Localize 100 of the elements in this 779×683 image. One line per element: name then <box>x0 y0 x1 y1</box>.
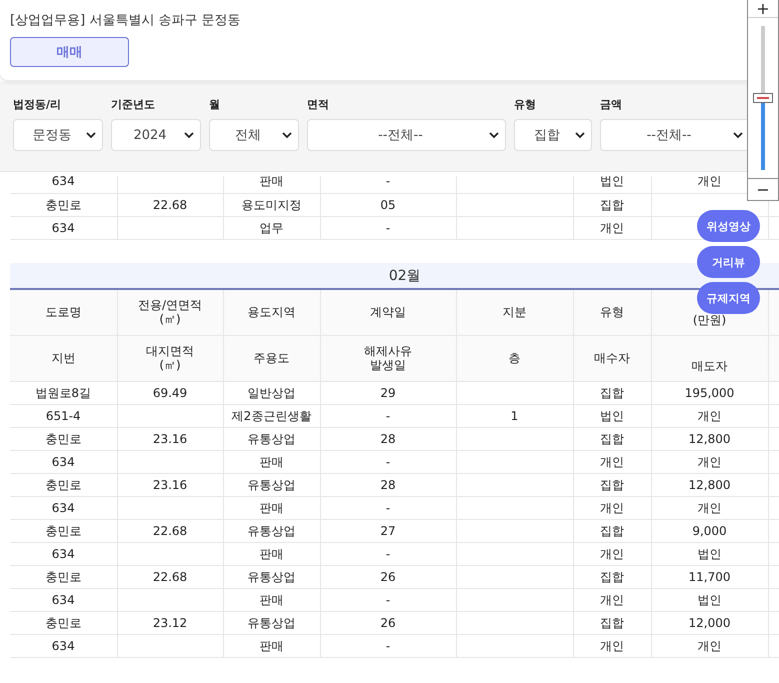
table-cell: 집합 <box>573 519 651 542</box>
table-cell: 충민로 <box>10 427 117 450</box>
table-cell: 05 <box>320 193 456 216</box>
table-cell: 27 <box>320 519 456 542</box>
chevron-down-icon <box>575 132 585 139</box>
table-cell: 개인 <box>651 634 768 657</box>
column-header: 계약일 <box>370 305 406 320</box>
column-header: (만원) <box>692 312 726 326</box>
table-cell: 634 <box>10 176 117 193</box>
dropdown[interactable]: --전체-- <box>600 119 750 151</box>
table-cell: 69.49 <box>117 381 223 404</box>
map-layer-button[interactable]: 위성영상 <box>697 210 760 242</box>
table-cell: 충민로 <box>10 611 117 634</box>
table-cell: 634 <box>10 216 117 239</box>
column-header: 지번 <box>51 351 76 365</box>
table-cell: - <box>320 404 456 427</box>
table-cell: 충민로 <box>10 565 117 588</box>
dropdown[interactable]: 문정동 <box>13 119 103 151</box>
table-cell: 개인 <box>573 496 651 519</box>
table-cell: 유통상업 <box>223 473 320 496</box>
table-cell: 판매 <box>223 588 320 611</box>
column-header: 층 <box>508 351 520 365</box>
month-heading: 02월 <box>388 268 421 284</box>
table-cell: 개인 <box>573 588 651 611</box>
table-cell: 충민로 <box>10 193 117 216</box>
table-cell: 집합 <box>573 611 651 634</box>
table-cell: 23.12 <box>117 611 223 634</box>
table-cell: 법인 <box>651 542 768 565</box>
table-cell: 법인 <box>651 588 768 611</box>
table-cell: - <box>320 542 456 565</box>
table-cell: 판매 <box>223 496 320 519</box>
table-cell: 1 <box>456 404 573 427</box>
table-cell: 26 <box>320 611 456 634</box>
table-cell: 개인 <box>573 216 651 239</box>
column-header: 매도자 <box>692 358 728 372</box>
table-cell: 법인 <box>573 404 651 427</box>
slider-handle[interactable] <box>753 93 773 103</box>
table-cell: 23.16 <box>117 427 223 450</box>
chevron-down-icon <box>489 132 499 139</box>
filter-label: 면적 <box>307 98 330 112</box>
table-cell: 유통상업 <box>223 565 320 588</box>
table-cell: 집합 <box>573 381 651 404</box>
table-cell: - <box>320 634 456 657</box>
table-cell: 개인 <box>651 404 768 427</box>
table-cell: 12,800 <box>651 427 768 450</box>
column-header: 매수자 <box>594 351 630 365</box>
column-header: 도로명 <box>45 305 82 320</box>
filter-label: 금액 <box>600 98 623 112</box>
table-cell: 판매 <box>223 176 320 193</box>
table-cell: 28 <box>320 473 456 496</box>
dropdown[interactable]: --전체-- <box>307 119 506 151</box>
table-cell: 22.68 <box>117 565 223 588</box>
table-cell: 12,800 <box>651 473 768 496</box>
chevron-down-icon <box>184 132 194 139</box>
table-cell: 유통상업 <box>223 519 320 542</box>
dropdown[interactable]: 2024 <box>111 119 201 151</box>
filter-label: 유형 <box>514 98 537 112</box>
table-cell: 법인 <box>573 176 651 193</box>
filter-label: 법정동/리 <box>13 98 62 112</box>
table-cell: 충민로 <box>10 473 117 496</box>
table-cell: 634 <box>10 542 117 565</box>
table-cell: 634 <box>10 496 117 519</box>
dropdown[interactable]: 집합 <box>514 119 592 151</box>
table-cell: 집합 <box>573 193 651 216</box>
table-cell: 634 <box>10 450 117 473</box>
table-cell: 개인 <box>651 496 768 519</box>
table-cell: 집합 <box>573 473 651 496</box>
dropdown[interactable]: 전체 <box>209 119 299 151</box>
table-cell: 23.16 <box>117 473 223 496</box>
table-cell: 28 <box>320 427 456 450</box>
table-cell: - <box>320 450 456 473</box>
table-cell: 9,000 <box>651 519 768 542</box>
table-cell: 일반상업 <box>223 381 320 404</box>
table-cell: 12,000 <box>651 611 768 634</box>
column-header: 주용도 <box>254 351 290 365</box>
map-layer-button[interactable]: 거리뷰 <box>697 246 760 278</box>
table-cell: 개인 <box>573 450 651 473</box>
table-cell: 개인 <box>651 450 768 473</box>
deal-type-tab[interactable]: 매매 <box>10 37 129 67</box>
table-cell: 유통상업 <box>223 611 320 634</box>
table-cell: - <box>320 496 456 519</box>
table-cell: 용도미지정 <box>223 193 320 216</box>
table-cell: 634 <box>10 588 117 611</box>
table-cell: 26 <box>320 565 456 588</box>
table-cell: 제2종근린생활 <box>223 404 320 427</box>
table-cell: - <box>320 588 456 611</box>
column-header: 지분 <box>502 305 526 320</box>
table-cell: 판매 <box>223 542 320 565</box>
table-cell: 법원로8길 <box>10 381 117 404</box>
map-layer-button[interactable]: 규제지역 <box>697 282 760 314</box>
filter-label: 기준년도 <box>111 98 156 112</box>
table-cell: 개인 <box>573 542 651 565</box>
table-cell: 판매 <box>223 634 320 657</box>
table-cell: 22.68 <box>117 519 223 542</box>
chevron-down-icon <box>733 132 743 139</box>
table-cell: 충민로 <box>10 519 117 542</box>
table-cell: 개인 <box>573 634 651 657</box>
table-cell: - <box>320 216 456 239</box>
table-cell: - <box>320 176 456 193</box>
table-cell: 22.68 <box>117 193 223 216</box>
